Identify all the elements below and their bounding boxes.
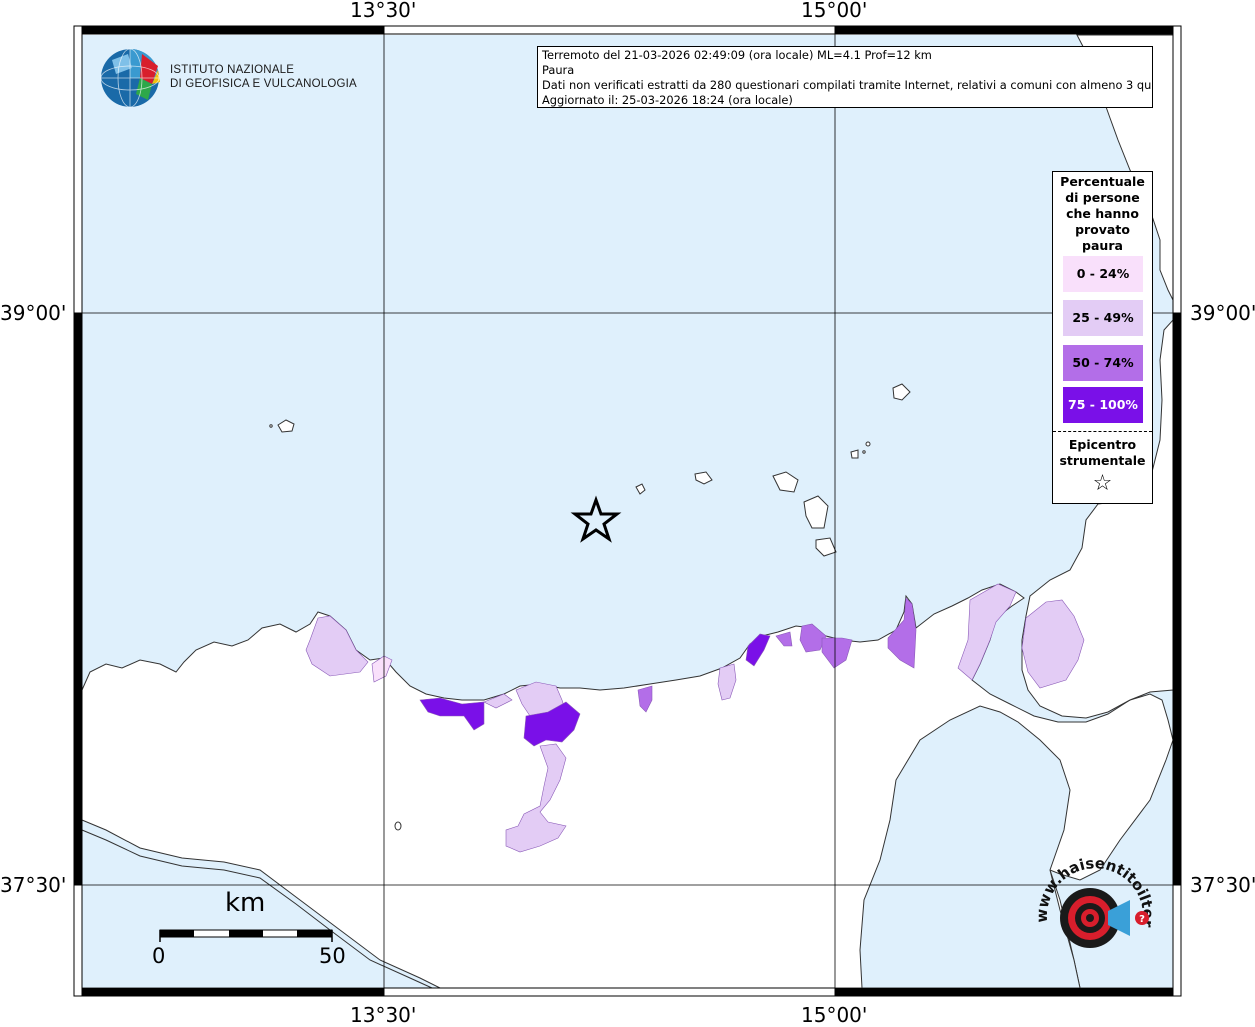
bottom-lon-label-1: 13°30'	[350, 1003, 417, 1027]
left-lat-label-1: 39°00'	[0, 301, 67, 325]
svg-text:?: ?	[1139, 914, 1145, 925]
legend-title-line: paura	[1082, 238, 1123, 253]
map-parameter: Paura	[542, 63, 575, 77]
legend-title-line: che hanno	[1066, 206, 1139, 221]
right-lat-label-1: 39°00'	[1190, 301, 1255, 325]
legend-title: Percentuale di persone che hanno provato…	[1053, 174, 1152, 254]
right-lat-label-2: 37°30'	[1190, 873, 1255, 897]
left-lat-label-2: 37°30'	[0, 873, 67, 897]
event-info-box: Terremoto del 21-03-2026 02:49:09 (ora l…	[537, 46, 1153, 108]
scale-unit: km	[225, 888, 266, 918]
hsit-logo: www.haisentitoilterremoto.it ?	[1030, 856, 1157, 948]
legend-title-line: Percentuale	[1060, 174, 1145, 189]
scale-max-label: 50	[319, 944, 346, 968]
legend-title-line: provato	[1075, 222, 1130, 237]
legend-separator	[1053, 431, 1152, 432]
legend-star-icon: ☆	[1092, 471, 1113, 496]
data-disclaimer: Dati non verificati estratti da 280 ques…	[542, 78, 1153, 92]
legend-epicenter-line: Epicentro	[1068, 437, 1137, 452]
scale-min-label: 0	[152, 944, 166, 968]
top-lon-label-2: 15°00'	[801, 0, 868, 22]
bottom-lon-label-2: 15°00'	[801, 1003, 868, 1027]
ingv-name-line2: DI GEOFISICA E VULCANOLOGIA	[170, 78, 357, 90]
legend-epicenter-line: strumentale	[1059, 453, 1146, 468]
legend-title-line: di persone	[1065, 190, 1140, 205]
legend-class-75-100: 75 - 100%	[1063, 387, 1143, 423]
event-description: Terremoto del 21-03-2026 02:49:09 (ora l…	[542, 48, 932, 62]
legend-class-0-24: 0 - 24%	[1063, 256, 1143, 292]
ingv-name-line1: ISTITUTO NAZIONALE	[170, 64, 295, 76]
legend-class-50-74: 50 - 74%	[1063, 345, 1143, 381]
legend: Percentuale di persone che hanno provato…	[1052, 171, 1153, 504]
top-lon-label-1: 13°30'	[350, 0, 417, 22]
legend-epicenter-label: Epicentro strumentale	[1053, 437, 1152, 469]
update-time: Aggiornato il: 25-03-2026 18:24 (ora loc…	[542, 93, 793, 107]
ingv-name: ISTITUTO NAZIONALE DI GEOFISICA E VULCAN…	[170, 63, 357, 91]
legend-class-25-49: 25 - 49%	[1063, 300, 1143, 336]
